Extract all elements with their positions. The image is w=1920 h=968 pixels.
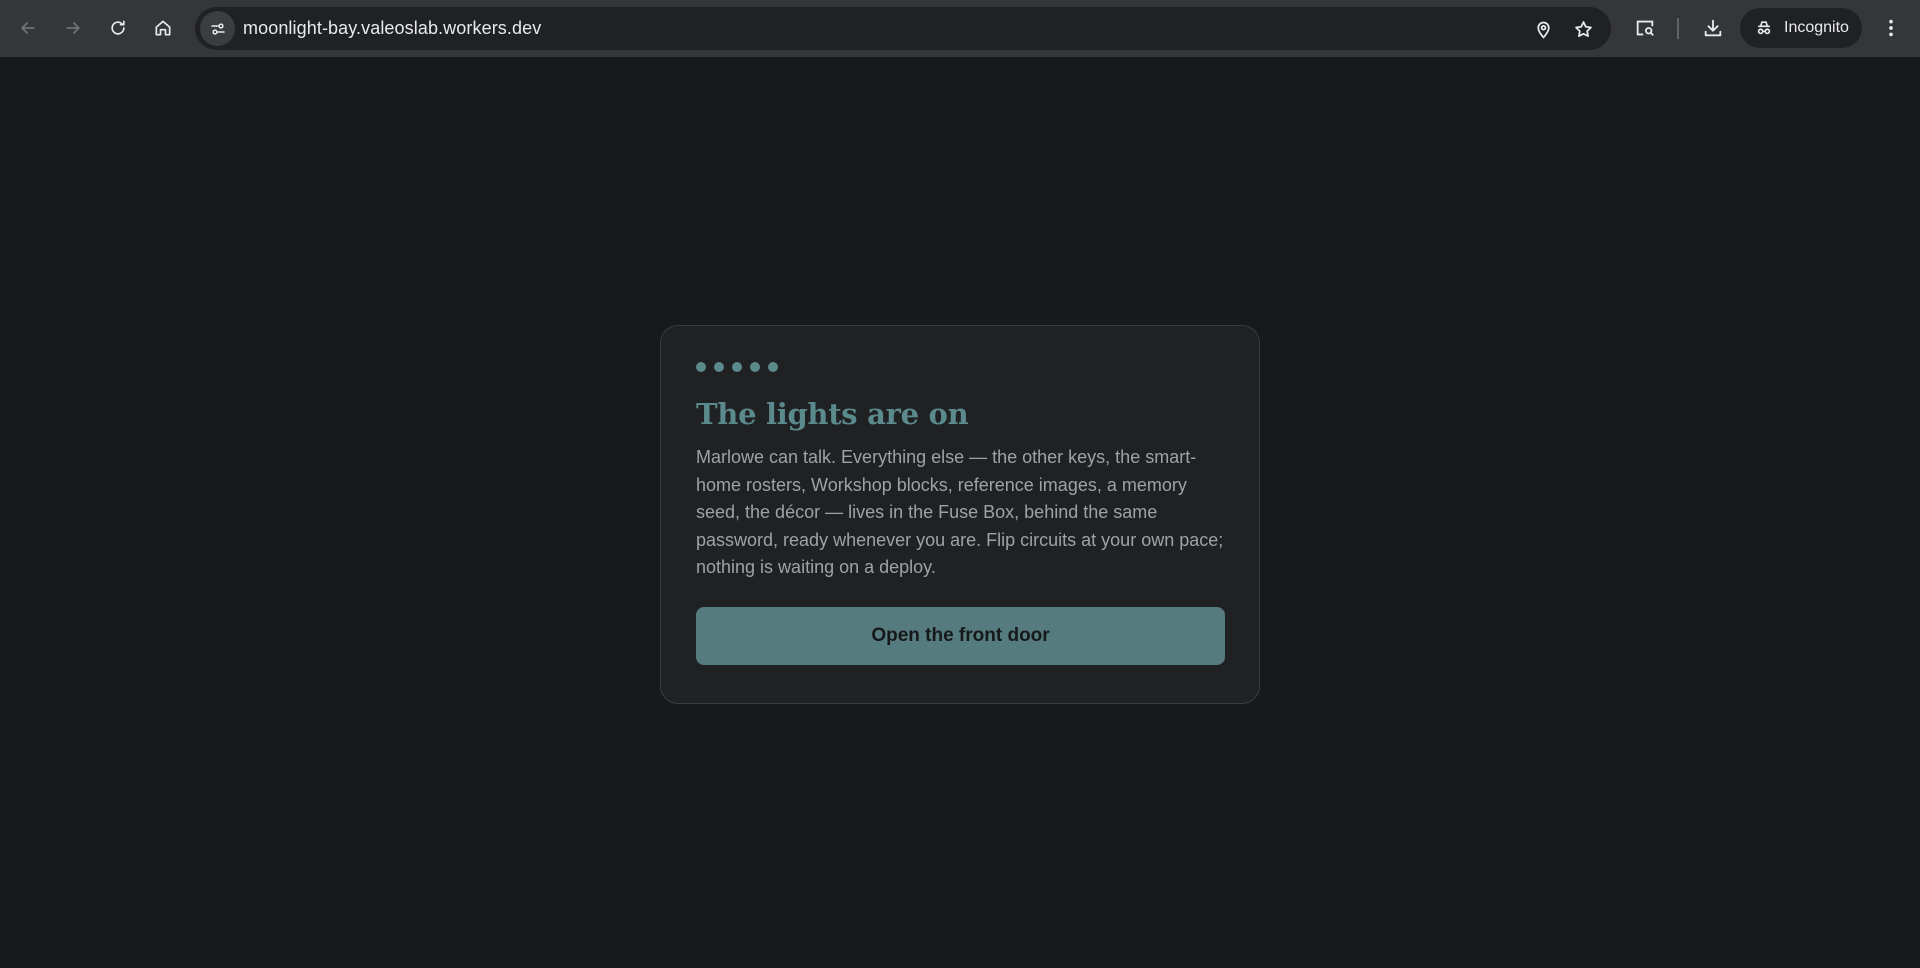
status-dot: [750, 362, 760, 372]
browser-toolbar: moonlight-bay.valeoslab.workers.dev Inco…: [0, 0, 1920, 57]
status-dot: [714, 362, 724, 372]
status-dot: [768, 362, 778, 372]
address-bar[interactable]: moonlight-bay.valeoslab.workers.dev: [195, 7, 1611, 50]
location-pin-icon: [1536, 21, 1550, 39]
downloads-button[interactable]: [1695, 10, 1731, 46]
tune-icon: [210, 22, 225, 35]
search-page-icon: [1636, 20, 1654, 36]
location-button[interactable]: [1529, 15, 1557, 43]
reload-icon: [111, 20, 125, 35]
card-title: The lights are on: [696, 397, 969, 431]
forward-button[interactable]: [55, 10, 91, 46]
status-dots: [696, 362, 1224, 372]
card-body-text: Marlowe can talk. Everything else — the …: [696, 447, 1224, 577]
search-page-button[interactable]: [1627, 10, 1663, 46]
star-icon: [1574, 20, 1592, 37]
back-arrow-icon: [21, 22, 35, 34]
download-icon: [1704, 19, 1722, 37]
site-info-button[interactable]: [200, 11, 235, 46]
status-dot: [732, 362, 742, 372]
browser-menu-button[interactable]: [1873, 10, 1909, 46]
incognito-badge[interactable]: Incognito: [1740, 8, 1862, 48]
back-button[interactable]: [10, 10, 46, 46]
welcome-card: The lights are on Marlowe can talk. Ever…: [660, 325, 1260, 704]
home-icon: [155, 20, 171, 36]
reload-button[interactable]: [100, 10, 136, 46]
url-text[interactable]: moonlight-bay.valeoslab.workers.dev: [243, 18, 541, 39]
forward-arrow-icon: [66, 22, 80, 34]
open-front-door-button[interactable]: Open the front door: [696, 607, 1225, 665]
incognito-label: Incognito: [1784, 19, 1849, 36]
incognito-icon: [1757, 21, 1771, 35]
bookmark-button[interactable]: [1569, 15, 1597, 43]
home-button[interactable]: [145, 10, 181, 46]
toolbar-divider: [1677, 18, 1679, 39]
more-vert-icon: [1889, 19, 1893, 37]
status-dot: [696, 362, 706, 372]
